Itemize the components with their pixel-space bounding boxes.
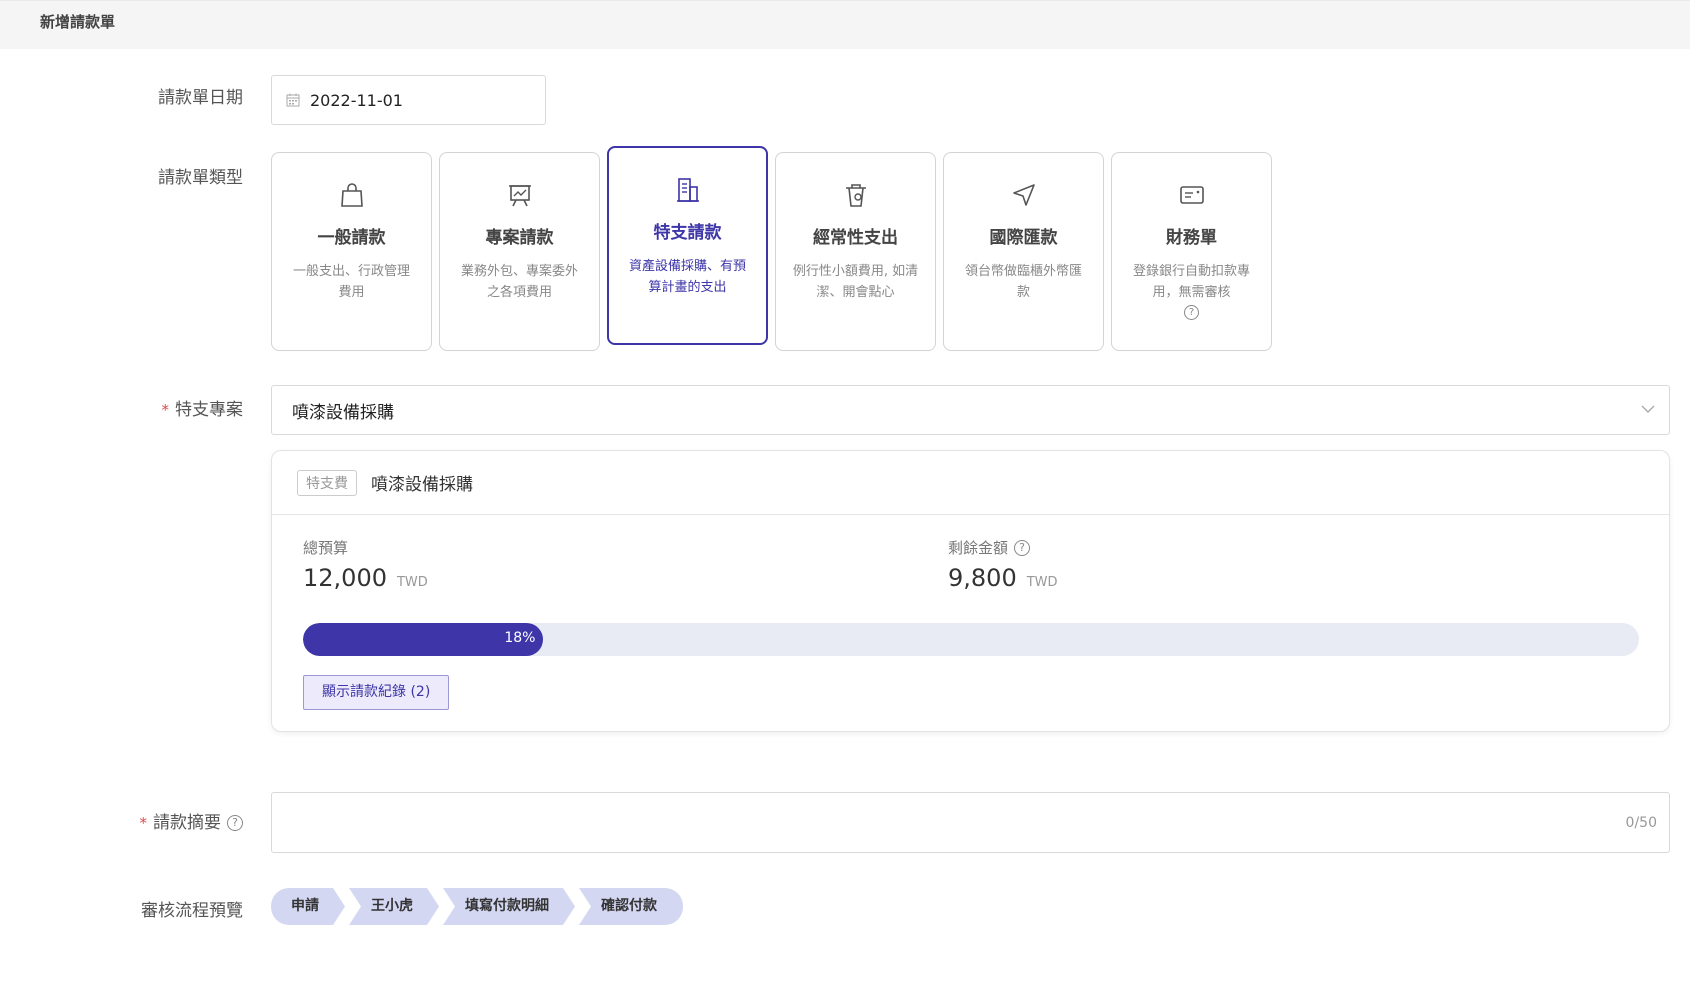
type-desc-text: 登錄銀行自動扣款專用，無需審核 xyxy=(1132,264,1250,300)
project-info-card: 特支費 噴漆設備採購 總預算 12,000 TWD 剩餘金額? 9,800 TWD … xyxy=(271,450,1670,732)
date-picker[interactable]: 2022-11-01 xyxy=(271,75,546,125)
flow-step: 填寫付款明細 xyxy=(443,888,575,925)
shopping-bag-icon xyxy=(340,183,363,207)
required-mark: * xyxy=(139,814,148,832)
budget-progress-text: 18% xyxy=(504,630,536,646)
chevron-down-icon xyxy=(1641,405,1655,413)
send-arrow-icon xyxy=(1012,184,1035,206)
type-desc: 領台幣做臨櫃外幣匯款 xyxy=(964,264,1082,300)
type-name: 經常性支出 xyxy=(813,228,898,248)
type-card-group: 一般請款 一般支出、行政管理費用 專案請款 業務外包、專案委外之各項費用 特支請… xyxy=(271,146,1272,351)
date-value: 2022-11-01 xyxy=(310,90,403,110)
type-desc: 一般支出、行政管理費用 xyxy=(292,264,410,300)
type-desc: 例行性小額費用, 如清潔、開會點心 xyxy=(792,264,919,300)
flow-step: 確認付款 xyxy=(579,888,683,925)
remaining-amount-value: 9,800 TWD xyxy=(948,564,1058,592)
project-select-value: 噴漆設備採購 xyxy=(292,402,394,423)
cup-icon xyxy=(845,184,866,207)
date-label: 請款單日期 xyxy=(158,88,243,108)
total-budget: 總預算 12,000 TWD xyxy=(303,537,428,592)
type-label: 請款單類型 xyxy=(158,168,243,188)
type-name: 特支請款 xyxy=(653,223,722,243)
type-desc: 登錄銀行自動扣款專用，無需審核 ? xyxy=(1128,261,1256,324)
type-desc: 業務外包、專案委外之各項費用 xyxy=(460,264,578,300)
type-name: 一般請款 xyxy=(317,228,386,248)
summary-label: * 請款摘要? xyxy=(139,808,243,833)
page-header: 新增請款單 xyxy=(0,0,1690,49)
type-name: 國際匯款 xyxy=(989,228,1058,248)
total-budget-value: 12,000 TWD xyxy=(303,564,428,592)
remaining-amount-label: 剩餘金額? xyxy=(948,537,1058,558)
approval-flow: 申請 王小虎 填寫付款明細 確認付款 xyxy=(271,888,687,925)
total-budget-label: 總預算 xyxy=(303,539,349,557)
show-records-button[interactable]: 顯示請款紀錄 (2) xyxy=(303,675,450,710)
calendar-icon xyxy=(286,93,300,107)
presentation-board-icon xyxy=(508,185,531,207)
budget-progress-fill: 18% xyxy=(303,623,544,656)
type-card-special[interactable]: 特支請款 資產設備採購、有預算計畫的支出 xyxy=(607,146,768,345)
type-card-project[interactable]: 專案請款 業務外包、專案委外之各項費用 xyxy=(439,152,600,351)
flow-step: 王小虎 xyxy=(349,888,439,925)
type-card-international[interactable]: 國際匯款 領台幣做臨櫃外幣匯款 xyxy=(943,152,1104,351)
help-icon[interactable]: ? xyxy=(1184,305,1199,320)
type-desc: 資產設備採購、有預算計畫的支出 xyxy=(628,259,746,295)
type-card-recurring[interactable]: 經常性支出 例行性小額費用, 如清潔、開會點心 xyxy=(775,152,936,351)
project-name: 噴漆設備採購 xyxy=(371,475,473,495)
type-name: 財務單 xyxy=(1166,228,1217,248)
building-icon xyxy=(676,178,699,202)
project-label: * 特支專案 xyxy=(161,400,244,420)
required-mark: * xyxy=(161,401,170,419)
type-name: 專案請款 xyxy=(485,228,554,248)
help-icon[interactable]: ? xyxy=(227,815,243,831)
type-card-general[interactable]: 一般請款 一般支出、行政管理費用 xyxy=(271,152,432,351)
summary-char-count: 0/50 xyxy=(1625,815,1657,831)
project-info-header: 特支費 噴漆設備採購 xyxy=(272,451,1669,515)
help-icon[interactable]: ? xyxy=(1014,540,1031,556)
flow-step: 申請 xyxy=(271,888,345,925)
summary-input[interactable]: 0/50 xyxy=(271,792,1670,853)
remaining-amount: 剩餘金額? 9,800 TWD xyxy=(948,537,1058,592)
page-title: 新增請款單 xyxy=(40,13,116,31)
project-tag: 特支費 xyxy=(297,469,357,496)
budget-progress-bar: 18% xyxy=(303,623,1639,656)
project-select[interactable]: 噴漆設備採購 xyxy=(271,385,1670,435)
type-card-finance[interactable]: 財務單 登錄銀行自動扣款專用，無需審核 ? xyxy=(1111,152,1272,351)
card-icon xyxy=(1179,186,1204,204)
flow-label: 審核流程預覽 xyxy=(141,901,243,921)
